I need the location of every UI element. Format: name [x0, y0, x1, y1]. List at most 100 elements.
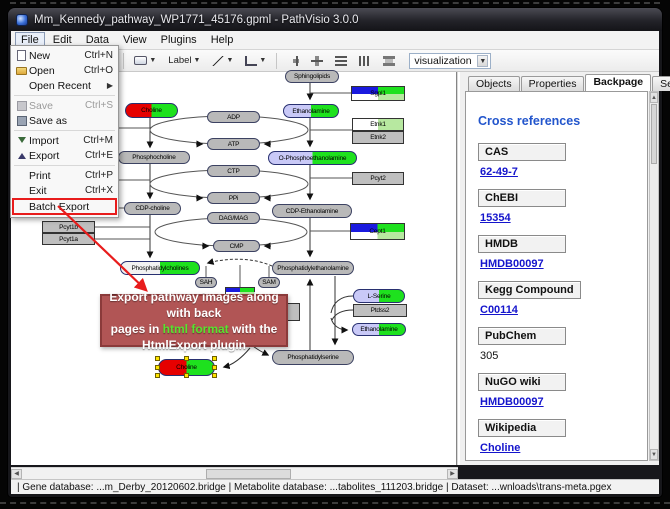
- file-menu-item-exit[interactable]: ExitCtrl+X: [11, 183, 118, 198]
- elbow-connector-icon: [245, 56, 257, 66]
- tab-properties[interactable]: Properties: [521, 76, 585, 91]
- menubar-item-plugins[interactable]: Plugins: [155, 32, 203, 48]
- xref-id-link[interactable]: Choline: [480, 442, 647, 454]
- node-label: Etnk2: [370, 134, 386, 141]
- align-vertical-button[interactable]: [283, 52, 303, 70]
- menubar-item-view[interactable]: View: [117, 32, 153, 48]
- pathway-node-pcyt1a[interactable]: Pcyt1a: [42, 233, 95, 245]
- xref-database-name: Kegg Compound: [478, 281, 581, 299]
- node-label: Choline: [141, 107, 162, 114]
- node-label: Pcyt1a: [59, 236, 78, 243]
- tab-objects[interactable]: Objects: [468, 76, 520, 91]
- align-horizontal-button[interactable]: [307, 52, 327, 70]
- node-label: Phosphocholine: [132, 154, 175, 161]
- xref-id-link[interactable]: HMDB00097: [480, 258, 647, 270]
- pathway-node-ethanolamine[interactable]: Ethanolamine: [283, 104, 339, 118]
- menu-item-shortcut: Ctrl+O: [84, 65, 113, 76]
- screenshot-edge-artifact-bottom: [0, 502, 670, 504]
- scrollbar-thumb[interactable]: [651, 104, 657, 164]
- pathway-node-phosphatidylethanolamine[interactable]: Phosphatidylethanolamine: [272, 261, 354, 275]
- tab-backpage[interactable]: Backpage: [585, 74, 651, 91]
- stack-vertical-button[interactable]: [355, 52, 375, 70]
- menu-item-shortcut: Ctrl+E: [85, 150, 113, 161]
- title-bar[interactable]: Mm_Kennedy_pathway_WP1771_45176.gpml - P…: [8, 8, 662, 31]
- pathway-node-phosphocholine[interactable]: Phosphocholine: [118, 151, 190, 164]
- pathway-node-cept1[interactable]: Cept1: [350, 223, 405, 240]
- tab-search[interactable]: Search: [652, 76, 670, 91]
- pathway-node-cdp-ethanolamine[interactable]: CDP-Ethanolamine: [272, 204, 352, 218]
- pathway-node-etnk1[interactable]: Etnk1: [352, 118, 404, 131]
- scroll-down-button[interactable]: ▼: [650, 449, 658, 460]
- chevron-down-icon[interactable]: ▼: [194, 57, 201, 64]
- node-label: Ptdss2: [371, 307, 390, 314]
- xref-id-link[interactable]: HMDB00097: [480, 396, 647, 408]
- menu-item-label: Import: [29, 135, 77, 147]
- file-menu-item-save[interactable]: SaveCtrl+S: [11, 98, 118, 113]
- canvas-horizontal-scrollbar[interactable]: ◀ ▶: [11, 467, 458, 479]
- pathway-node-ctp[interactable]: CTP: [207, 165, 260, 177]
- xref-id-link[interactable]: C00114: [480, 304, 647, 316]
- datanode-tool-button[interactable]: ▼: [130, 52, 160, 70]
- common-size-button[interactable]: [379, 52, 399, 70]
- pathway-node-atp[interactable]: ATP: [207, 138, 260, 150]
- callout-line1: Export pathway images along with back: [102, 289, 286, 321]
- menubar-item-help[interactable]: Help: [205, 32, 240, 48]
- scrollbar-thumb[interactable]: [206, 469, 291, 479]
- pathway-node-cmp[interactable]: CMP: [213, 240, 260, 252]
- panel-vertical-scrollbar[interactable]: ▲ ▼: [649, 91, 659, 461]
- pathway-node-choline[interactable]: Choline: [158, 359, 215, 376]
- chevron-down-icon[interactable]: ▼: [477, 55, 488, 67]
- pathway-node-sgpl1[interactable]: Sgpl1: [351, 86, 405, 101]
- xref-id-link[interactable]: 15354: [480, 212, 647, 224]
- pathway-node-sphingolipids[interactable]: Sphingolipids: [285, 70, 339, 83]
- pathway-node-pcyt1b[interactable]: Pcyt1b: [42, 221, 95, 233]
- pathway-node-l-serine[interactable]: L-Serine: [353, 289, 405, 303]
- stack-horizontal-button[interactable]: [331, 52, 351, 70]
- menu-icon-cell: [14, 101, 29, 111]
- menu-icon-cell: [14, 50, 29, 61]
- file-menu-item-import[interactable]: Import Ctrl+M: [11, 133, 118, 148]
- pathway-node-ptdss2[interactable]: Ptdss2: [353, 304, 407, 317]
- pathway-node-adp[interactable]: ADP: [207, 111, 260, 123]
- chevron-down-icon[interactable]: ▼: [259, 57, 266, 64]
- line-tool-button[interactable]: ▼: [208, 52, 237, 70]
- side-panel: ObjectsPropertiesBackpageSearchLegend Cr…: [460, 72, 659, 465]
- chevron-down-icon[interactable]: ▼: [149, 57, 156, 64]
- menu-item-shortcut: Ctrl+M: [83, 135, 113, 146]
- xref-id-link[interactable]: 62-49-7: [480, 166, 647, 178]
- menu-separator: [14, 95, 115, 96]
- backpage-heading: Cross references: [478, 114, 647, 128]
- file-menu-item-print[interactable]: PrintCtrl+P: [11, 168, 118, 183]
- pathway-node-sam[interactable]: SAM: [258, 277, 280, 288]
- pathway-node-phosphatidylcholines[interactable]: Phosphatidylcholines: [120, 261, 200, 275]
- xref-database-name: Wikipedia: [478, 419, 566, 437]
- xref-section-pubchem: PubChem305: [478, 326, 647, 362]
- visualization-combobox[interactable]: visualization ▼: [409, 53, 491, 69]
- node-label: Pcyt2: [370, 175, 385, 182]
- file-menu-item-new[interactable]: NewCtrl+N: [11, 48, 118, 63]
- file-menu-item-open[interactable]: OpenCtrl+O: [11, 63, 118, 78]
- label-tool-text: Label: [168, 55, 191, 66]
- label-tool-button[interactable]: Label ▼: [164, 52, 204, 70]
- pathway-node-dag-mag[interactable]: DAG/MAG: [207, 212, 260, 224]
- xref-database-name: CAS: [478, 143, 566, 161]
- pathway-node-ethanolamine[interactable]: Ethanolamine: [352, 323, 406, 336]
- connector-tool-button[interactable]: ▼: [241, 52, 270, 70]
- scroll-up-button[interactable]: ▲: [650, 92, 658, 103]
- scroll-left-button[interactable]: ◀: [11, 469, 22, 479]
- xref-list: CAS62-49-7ChEBI15354HMDBHMDB00097Kegg Co…: [478, 142, 647, 454]
- scroll-right-button[interactable]: ▶: [447, 469, 458, 479]
- pathway-node-o-phosphoethanolamine[interactable]: O-Phosphoethanolamine: [268, 151, 357, 165]
- pathway-node-sah[interactable]: SAH: [195, 277, 217, 288]
- pathway-node-cdp-choline[interactable]: CDP-choline: [124, 202, 181, 215]
- file-menu-item-open-recent[interactable]: Open Recent▶: [11, 78, 118, 93]
- file-menu-item-batch-export[interactable]: Batch Export: [11, 198, 118, 215]
- pathway-node-choline[interactable]: Choline: [125, 103, 178, 118]
- pathway-node-pcyt2[interactable]: Pcyt2: [352, 172, 404, 185]
- pathway-node-ppi[interactable]: PPi: [207, 192, 260, 204]
- file-menu-item-save-as[interactable]: Save as: [11, 113, 118, 128]
- node-label: Choline: [176, 364, 197, 371]
- chevron-down-icon[interactable]: ▼: [226, 57, 233, 64]
- file-menu-item-export[interactable]: ExportCtrl+E: [11, 148, 118, 163]
- pathway-node-etnk2[interactable]: Etnk2: [352, 131, 404, 144]
